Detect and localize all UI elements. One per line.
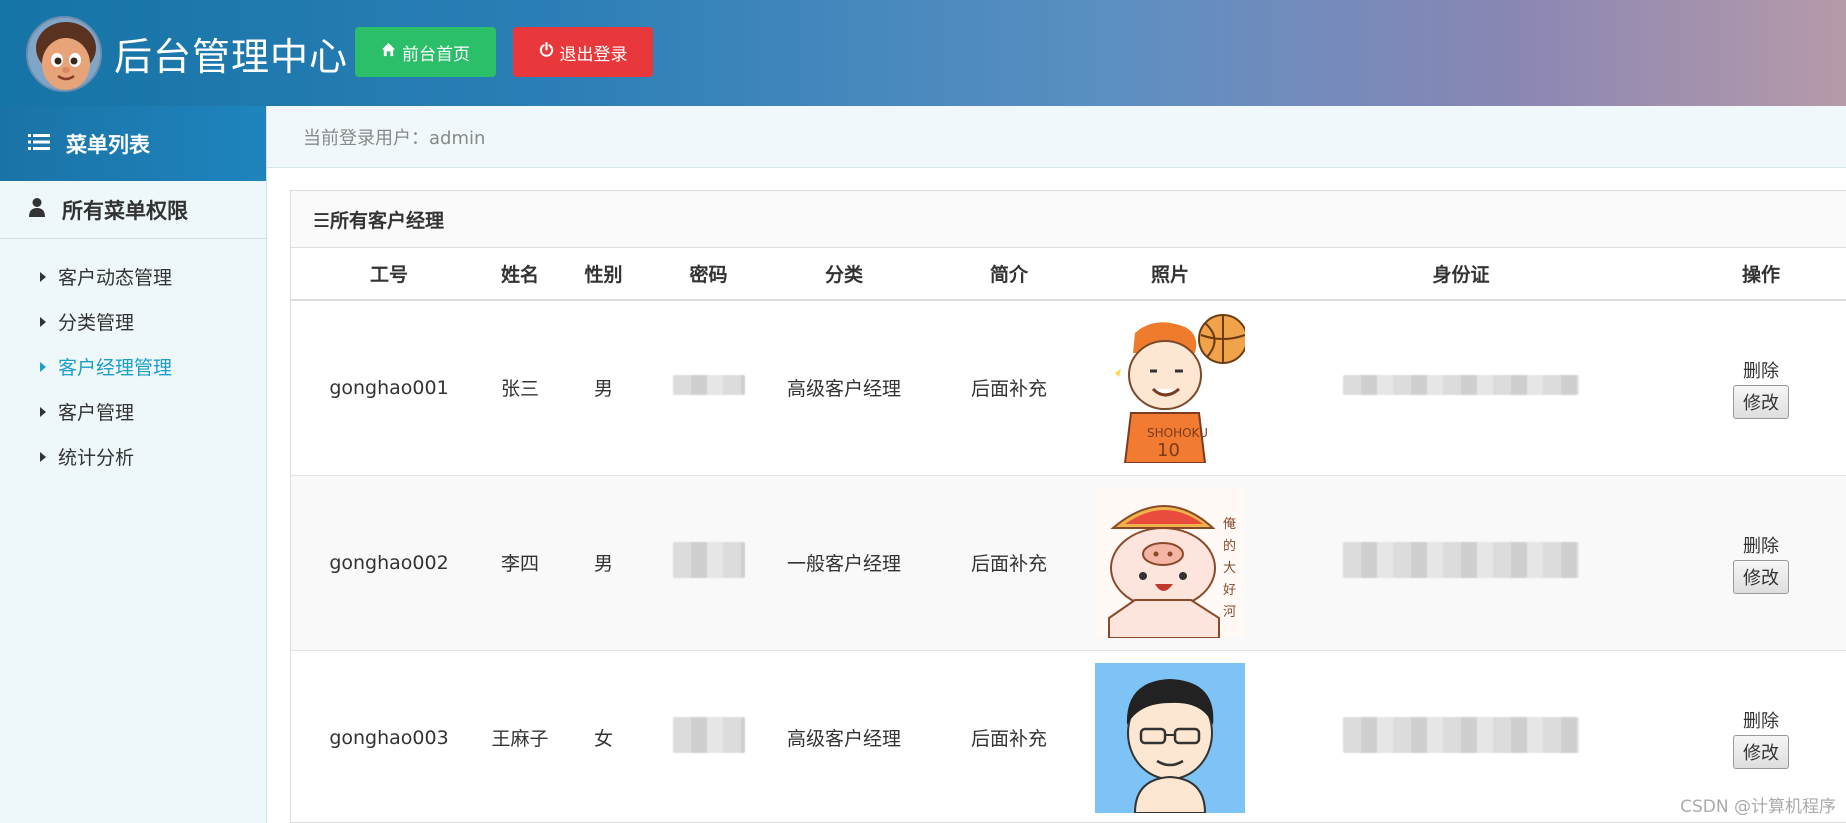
edit-button[interactable]: 修改: [1733, 734, 1789, 769]
table-row: gonghao003 王麻子 女 高级客户经理 后面补充 删除 修改: [291, 649, 1846, 822]
edit-button[interactable]: 修改: [1733, 559, 1789, 594]
cell-name: 李四: [487, 474, 553, 650]
cell-intro: 后面补充: [925, 474, 1093, 650]
current-user-bar: 当前登录用户：admin: [267, 106, 1846, 168]
cell-actions: 删除 修改: [1675, 474, 1846, 650]
cell-intro: 后面补充: [925, 649, 1093, 822]
caret-right-icon: [40, 316, 46, 327]
svg-text:的: 的: [1223, 538, 1236, 554]
sidebar-item-statistics[interactable]: 统计分析: [0, 434, 266, 479]
svg-text:SHOHOKU: SHOHOKU: [1147, 426, 1208, 440]
cell-gender: 男: [553, 474, 654, 650]
page-title: 后台管理中心: [114, 35, 349, 79]
sidebar-menu: 客户动态管理 分类管理 客户经理管理 客户管理 统计分析: [0, 239, 266, 479]
watermark: CSDN @计算机程序: [1680, 797, 1836, 817]
sidebar-item-label: 客户管理: [58, 402, 135, 424]
col-header: 分类: [763, 248, 925, 301]
caret-right-icon: [40, 361, 46, 372]
svg-text:俺: 俺: [1223, 517, 1236, 532]
sidebar-item-manager[interactable]: 客户经理管理: [0, 344, 266, 389]
cell-photo: [1093, 649, 1247, 822]
cell-category: 一般客户经理: [763, 474, 925, 650]
cell-name: 王麻子: [487, 649, 553, 822]
cell-password: [654, 299, 763, 475]
cell-password: [654, 649, 763, 822]
col-header: 操作: [1675, 248, 1846, 301]
col-header: 密码: [654, 248, 763, 301]
manager-panel: ☰所有客户经理 工号 姓名 性别 密码 分类 简介 照片 身份证 操作 gong…: [290, 190, 1846, 823]
cell-category: 高级客户经理: [763, 299, 925, 475]
sidebar-heading: 菜单列表: [0, 106, 266, 181]
manager-photo: SHOHOKU 10: [1095, 312, 1245, 463]
col-header: 身份证: [1247, 248, 1675, 301]
table-header-row: 工号 姓名 性别 密码 分类 简介 照片 身份证 操作: [291, 248, 1846, 301]
cell-password: [654, 474, 763, 650]
svg-text:好: 好: [1223, 583, 1236, 598]
cell-actions: 删除 修改: [1675, 299, 1846, 475]
cell-photo: 俺 的 大 好 河: [1093, 474, 1247, 650]
cell-name: 张三: [487, 299, 553, 475]
sidebar-item-label: 分类管理: [58, 312, 135, 334]
sidebar-item-label: 统计分析: [58, 447, 135, 469]
cell-idcard: [1247, 474, 1675, 650]
cell-id: gonghao003: [291, 649, 487, 822]
sidebar: 菜单列表 所有菜单权限 客户动态管理 分类管理 客户经理管理 客户管理 统计分析: [0, 106, 267, 823]
panel-title: ☰所有客户经理: [291, 191, 1846, 248]
cell-gender: 女: [553, 649, 654, 822]
sidebar-item-customer-activity[interactable]: 客户动态管理: [0, 254, 266, 299]
caret-right-icon: [40, 406, 46, 417]
delete-link[interactable]: 删除: [1743, 357, 1779, 383]
manager-photo: [1095, 662, 1245, 813]
cell-intro: 后面补充: [925, 299, 1093, 475]
table-row: gonghao002 李四 男 一般客户经理 后面补充 俺 的 大 好 河 删除…: [291, 474, 1846, 650]
list-icon: [28, 132, 50, 156]
redacted-idcard: [1343, 375, 1579, 396]
logout-label: 退出登录: [559, 44, 628, 65]
sidebar-item-categories[interactable]: 分类管理: [0, 299, 266, 344]
sidebar-item-label: 客户经理管理: [58, 357, 173, 379]
sidebar-item-customers[interactable]: 客户管理: [0, 389, 266, 434]
col-header: 性别: [553, 248, 654, 301]
sidebar-heading-label: 菜单列表: [66, 132, 150, 157]
delete-link[interactable]: 删除: [1743, 707, 1779, 733]
redacted-idcard: [1343, 542, 1579, 578]
col-header: 照片: [1093, 248, 1247, 301]
redacted-idcard: [1343, 717, 1579, 754]
power-icon: [539, 41, 554, 62]
caret-right-icon: [40, 271, 46, 282]
cell-category: 高级客户经理: [763, 649, 925, 822]
cell-idcard: [1247, 649, 1675, 822]
col-header: 姓名: [487, 248, 553, 301]
sidebar-section-label: 所有菜单权限: [62, 198, 188, 223]
frontend-home-button[interactable]: 前台首页: [355, 27, 496, 77]
svg-text:大: 大: [1223, 561, 1236, 576]
caret-right-icon: [40, 451, 46, 462]
manager-table: 工号 姓名 性别 密码 分类 简介 照片 身份证 操作 gonghao001 张…: [291, 248, 1846, 822]
cell-idcard: [1247, 299, 1675, 475]
cell-gender: 男: [553, 299, 654, 475]
svg-text:河: 河: [1223, 605, 1236, 620]
redacted-password: [672, 375, 745, 396]
edit-button[interactable]: 修改: [1733, 384, 1789, 419]
home-icon: [381, 42, 396, 62]
user-icon: [28, 197, 46, 222]
table-row: gonghao001 张三 男 高级客户经理 后面补充 SHOHOKU 10 删…: [291, 299, 1846, 475]
redacted-password: [672, 542, 745, 578]
col-header: 工号: [291, 248, 487, 301]
logout-button[interactable]: 退出登录: [513, 27, 653, 77]
avatar: [26, 16, 102, 92]
cell-id: gonghao001: [291, 299, 487, 475]
sidebar-section: 所有菜单权限: [0, 181, 266, 239]
delete-link[interactable]: 删除: [1743, 532, 1779, 558]
redacted-password: [672, 717, 745, 754]
sidebar-item-label: 客户动态管理: [58, 267, 173, 289]
header-bar: 后台管理中心 前台首页 退出登录: [0, 0, 1846, 106]
svg-text:10: 10: [1157, 440, 1180, 461]
frontend-home-label: 前台首页: [402, 44, 470, 65]
current-user-text: 当前登录用户：admin: [303, 127, 486, 149]
cell-id: gonghao002: [291, 474, 487, 650]
cell-photo: SHOHOKU 10: [1093, 299, 1247, 475]
manager-photo: 俺 的 大 好 河: [1095, 487, 1245, 638]
col-header: 简介: [925, 248, 1093, 301]
